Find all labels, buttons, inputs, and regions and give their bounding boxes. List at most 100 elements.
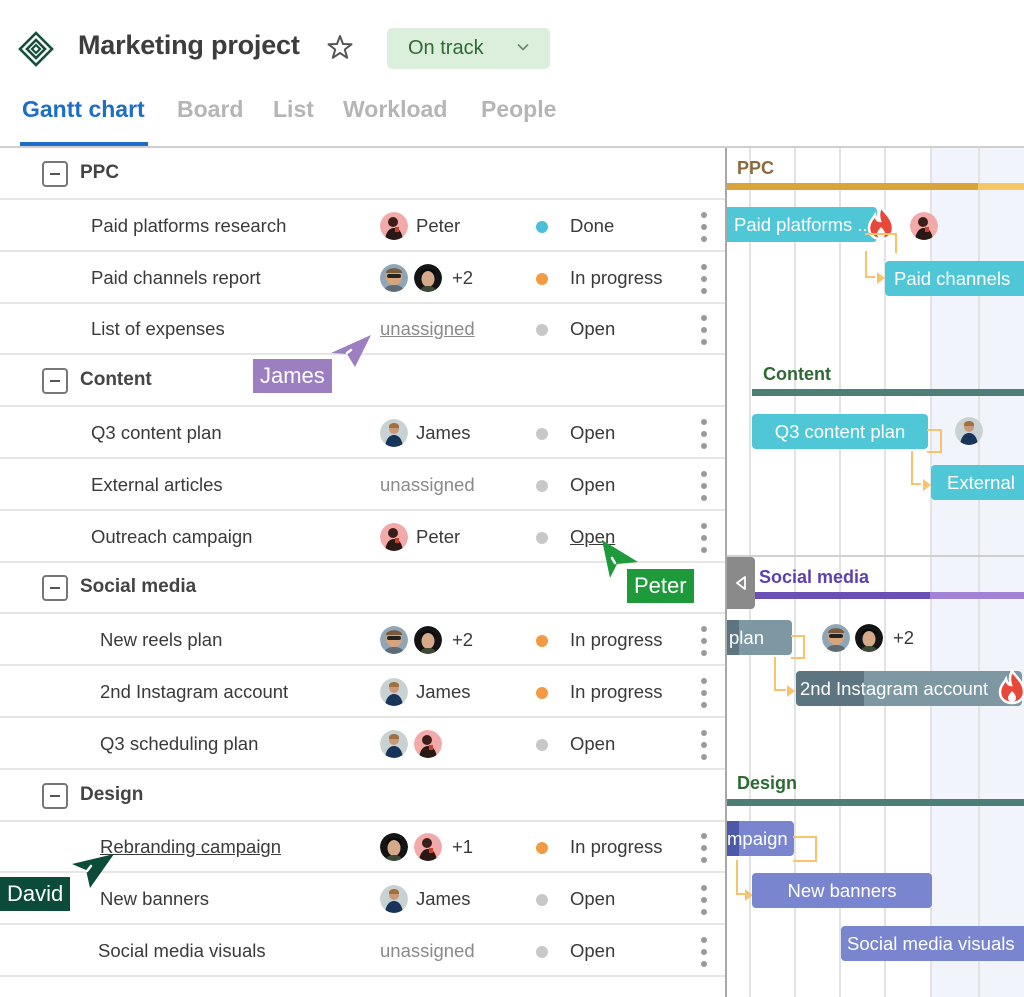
collapse-group-toggle[interactable] bbox=[42, 575, 68, 601]
tab-list[interactable]: List bbox=[273, 96, 314, 123]
gantt-bar-external-articles[interactable]: External bbox=[931, 465, 1024, 500]
more-options-icon[interactable] bbox=[698, 315, 710, 345]
tab-gantt-chart[interactable]: Gantt chart bbox=[22, 96, 145, 123]
gantt-bar-paid-channels[interactable]: Paid channels bbox=[885, 261, 1024, 296]
unassigned-label[interactable]: unassigned bbox=[380, 940, 475, 962]
more-options-icon[interactable] bbox=[698, 212, 710, 242]
more-options-icon[interactable] bbox=[698, 833, 710, 863]
status-dot bbox=[536, 739, 548, 751]
status-label[interactable]: In progress bbox=[570, 267, 663, 289]
status-label[interactable]: In progress bbox=[570, 836, 663, 858]
more-options-icon[interactable] bbox=[698, 264, 710, 294]
collaborator-cursor-james: James bbox=[253, 359, 332, 393]
group-name: Content bbox=[80, 369, 152, 390]
project-status-dropdown[interactable]: On track bbox=[387, 28, 550, 69]
task-name[interactable]: Paid platforms research bbox=[91, 215, 286, 237]
assignee-cell[interactable]: +1 bbox=[380, 833, 473, 861]
tab-board[interactable]: Board bbox=[177, 96, 243, 123]
more-options-icon[interactable] bbox=[698, 471, 710, 501]
status-label[interactable]: Done bbox=[570, 215, 614, 237]
assignee-cell[interactable]: James bbox=[380, 419, 471, 447]
task-row[interactable]: Q3 content plan James Open bbox=[0, 407, 726, 459]
unassigned-label[interactable]: unassigned bbox=[380, 474, 475, 496]
task-name[interactable]: 2nd Instagram account bbox=[100, 681, 288, 703]
task-name[interactable]: New banners bbox=[100, 888, 209, 910]
more-options-icon[interactable] bbox=[698, 523, 710, 553]
tab-workload[interactable]: Workload bbox=[343, 96, 447, 123]
collapse-group-toggle[interactable] bbox=[42, 161, 68, 187]
task-name[interactable]: Q3 content plan bbox=[91, 422, 222, 444]
status-label[interactable]: Open bbox=[570, 888, 615, 910]
task-name[interactable]: New reels plan bbox=[100, 629, 222, 651]
status-label[interactable]: Open bbox=[570, 940, 615, 962]
assignee-cell[interactable]: Peter bbox=[380, 212, 460, 240]
task-name[interactable]: Q3 scheduling plan bbox=[100, 733, 258, 755]
unassigned-label[interactable]: unassigned bbox=[380, 318, 475, 340]
gantt-bar-new-banners[interactable]: New banners bbox=[752, 873, 932, 908]
task-row[interactable]: New reels plan +2 In progress bbox=[0, 614, 726, 666]
avatar bbox=[414, 626, 442, 654]
assignee-cell[interactable]: +2 bbox=[380, 626, 473, 654]
more-options-icon[interactable] bbox=[698, 626, 710, 656]
avatar bbox=[380, 885, 408, 913]
task-name[interactable]: Social media visuals bbox=[98, 940, 266, 962]
assignee-cell[interactable]: James bbox=[380, 678, 471, 706]
collapse-group-toggle[interactable] bbox=[42, 783, 68, 809]
group-name: Design bbox=[80, 784, 144, 805]
task-name[interactable]: Rebranding campaign bbox=[100, 836, 281, 858]
more-options-icon[interactable] bbox=[698, 937, 710, 967]
assignee-name: James bbox=[416, 422, 471, 443]
task-row[interactable]: Paid channels report +2 In progress bbox=[0, 252, 726, 304]
task-name[interactable]: External articles bbox=[91, 474, 223, 496]
collapse-group-toggle[interactable] bbox=[42, 368, 68, 394]
more-options-icon[interactable] bbox=[698, 885, 710, 915]
status-label[interactable]: Open bbox=[570, 733, 615, 755]
status-label[interactable]: Open bbox=[570, 422, 615, 444]
task-name[interactable]: List of expenses bbox=[91, 318, 225, 340]
avatar bbox=[414, 833, 442, 861]
assignee-cell[interactable]: Peter bbox=[380, 523, 460, 551]
task-row[interactable]: 2nd Instagram account James In progress bbox=[0, 666, 726, 718]
group-name: PPC bbox=[80, 162, 120, 183]
star-icon[interactable] bbox=[326, 33, 354, 61]
gantt-bar-2nd-instagram[interactable]: 2nd Instagram account bbox=[796, 671, 1022, 706]
gantt-bar-q3-content-plan[interactable]: Q3 content plan bbox=[752, 414, 928, 449]
tab-people[interactable]: People bbox=[481, 96, 556, 123]
gantt-group-label-content: Content bbox=[763, 364, 831, 384]
task-row[interactable]: Paid platforms research Peter Done bbox=[0, 200, 726, 252]
task-row[interactable]: Q3 scheduling plan Open bbox=[0, 718, 726, 770]
assignee-cell[interactable]: James bbox=[380, 885, 471, 913]
assignee-cell[interactable]: unassigned bbox=[380, 471, 475, 499]
status-dot bbox=[536, 635, 548, 647]
gantt-group-label-ppc: PPC bbox=[737, 158, 775, 178]
gantt-avatar-dark-haired bbox=[855, 624, 883, 652]
task-row[interactable]: Social media visuals unassigned Open bbox=[0, 925, 726, 977]
task-name[interactable]: Paid channels report bbox=[91, 267, 261, 289]
more-options-icon[interactable] bbox=[698, 678, 710, 708]
gantt-bar-social-media-visuals[interactable]: Social media visuals bbox=[841, 926, 1024, 961]
assignee-cell[interactable]: unassigned bbox=[380, 937, 475, 965]
status-label[interactable]: In progress bbox=[570, 629, 663, 651]
assignee-name: Peter bbox=[416, 526, 461, 547]
gantt-group-label-design: Design bbox=[737, 773, 798, 793]
status-dot bbox=[536, 480, 548, 492]
gantt-bar-new-reels-plan[interactable]: plan bbox=[727, 620, 792, 655]
assignee-cell[interactable]: unassigned bbox=[380, 315, 475, 343]
status-dot bbox=[536, 428, 548, 440]
group-row: PPC bbox=[0, 148, 726, 200]
gantt-summary-bar-content bbox=[752, 389, 1024, 396]
more-options-icon[interactable] bbox=[698, 419, 710, 449]
gantt-bar-paid-platforms[interactable]: Paid platforms ... bbox=[727, 207, 877, 242]
gantt-bar-rebranding[interactable]: mpaign bbox=[727, 821, 794, 856]
extra-assignees-count: +1 bbox=[452, 836, 474, 857]
status-label[interactable]: Open bbox=[570, 318, 615, 340]
task-row[interactable]: External articles unassigned Open bbox=[0, 459, 726, 511]
assignee-cell[interactable]: +2 bbox=[380, 264, 473, 292]
status-label[interactable]: In progress bbox=[570, 681, 663, 703]
task-name[interactable]: Outreach campaign bbox=[91, 526, 252, 548]
collapse-grid-button[interactable] bbox=[727, 557, 755, 609]
assignee-cell[interactable] bbox=[380, 730, 448, 758]
status-label[interactable]: Open bbox=[570, 474, 615, 496]
more-options-icon[interactable] bbox=[698, 730, 710, 760]
dependency-connector bbox=[865, 233, 897, 253]
